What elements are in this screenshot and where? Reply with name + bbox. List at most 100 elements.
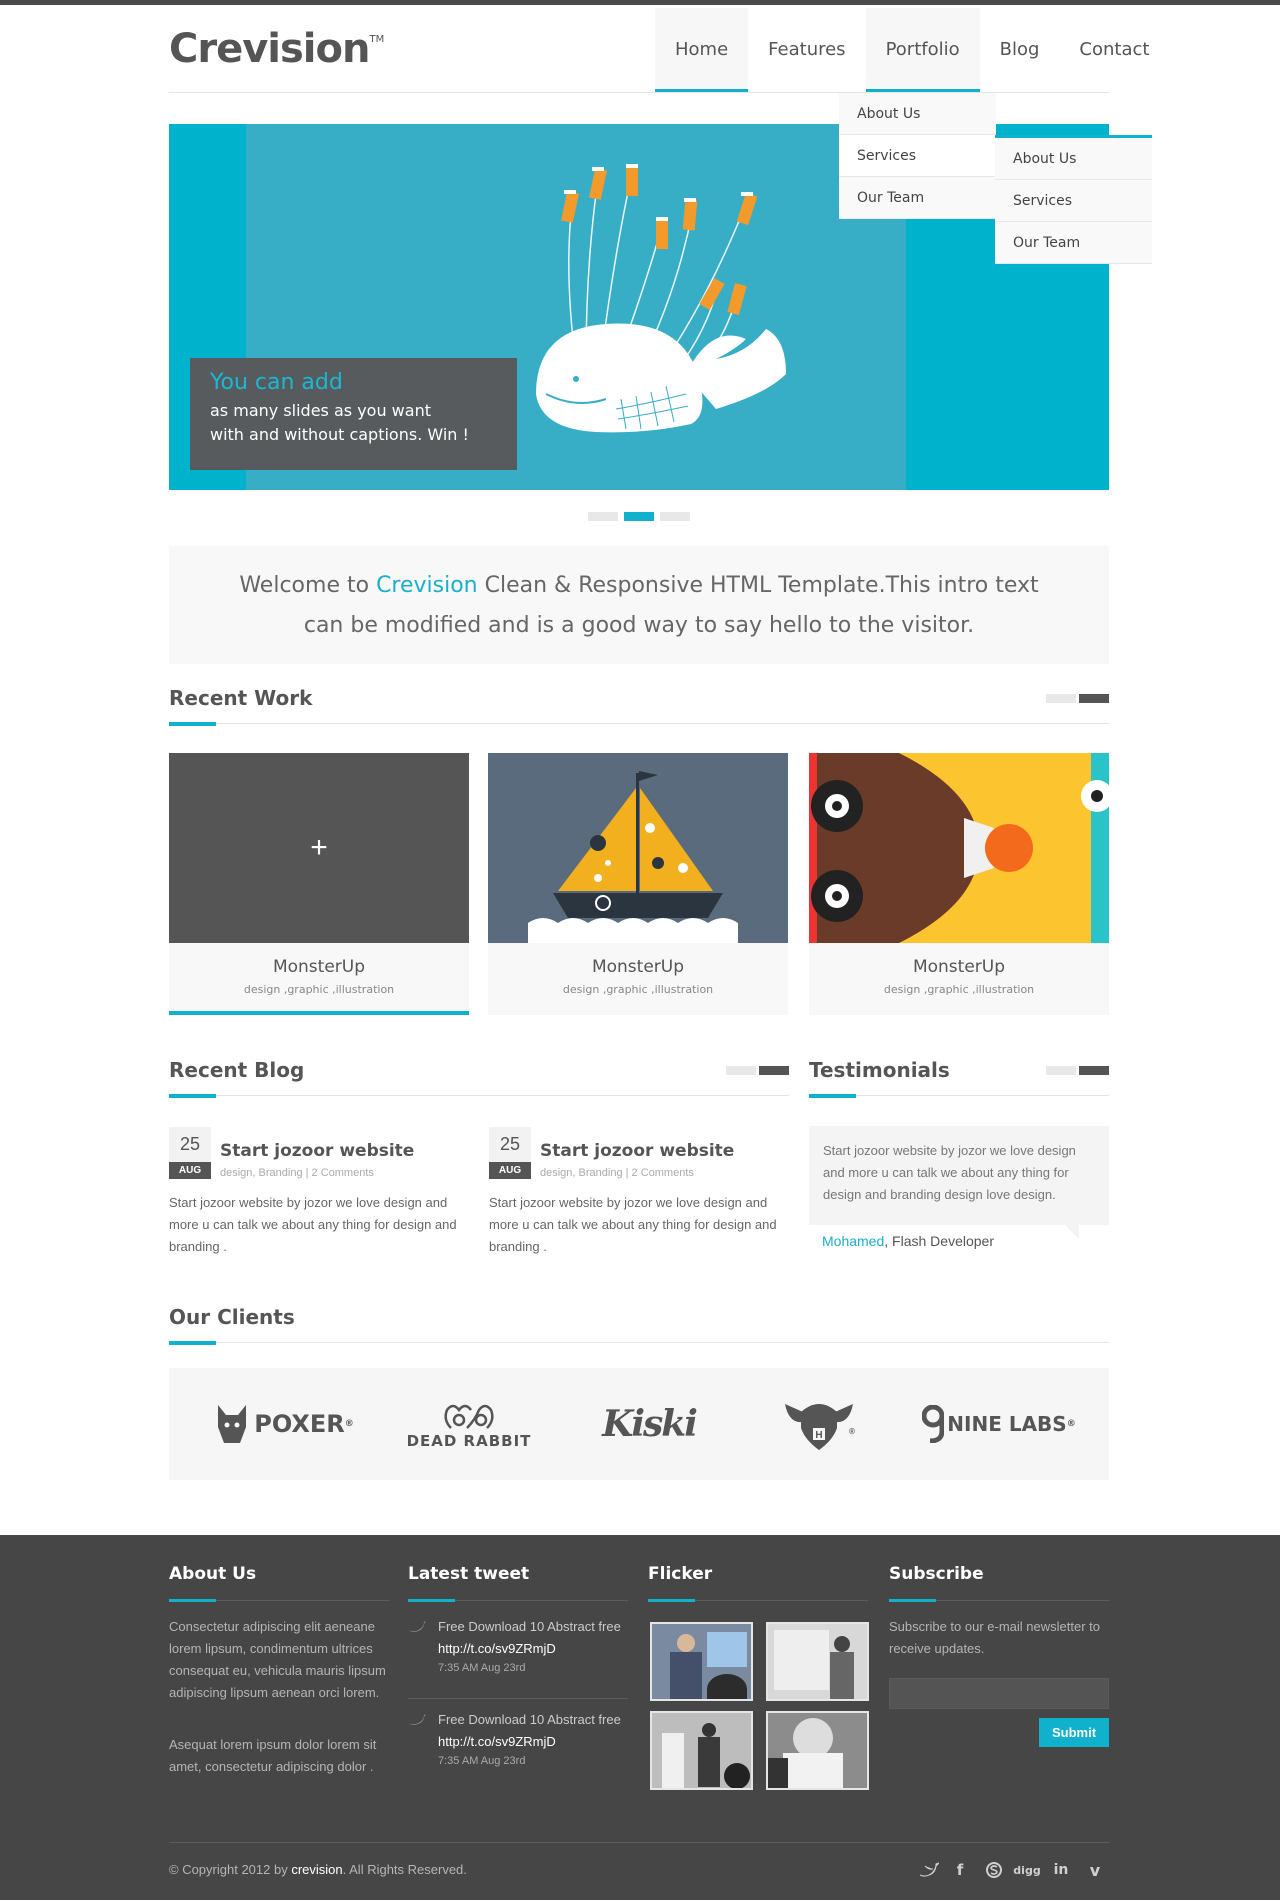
footer-flicker-title: Flicker — [648, 1564, 713, 1584]
sailboat-illustration — [488, 753, 788, 943]
pager-next[interactable] — [1079, 694, 1109, 703]
tweet-link[interactable]: http://t.co/sv9ZRmjD — [438, 1638, 556, 1660]
dropdown-about-us[interactable]: About Us — [839, 93, 996, 135]
linkedin-icon[interactable]: in — [1049, 1858, 1073, 1882]
monster-illustration — [809, 753, 1109, 943]
footer-about: About Us Consectetur adipiscing elit aen… — [169, 1564, 389, 1774]
trademark: TM — [369, 34, 385, 45]
work-title[interactable]: MonsterUp — [488, 957, 788, 977]
dropdown-services[interactable]: Services — [839, 135, 996, 177]
slider-dots — [588, 512, 690, 521]
work-item[interactable]: MonsterUp design ,graphic ,illustration — [488, 753, 788, 1015]
nav-blog[interactable]: Blog — [980, 8, 1060, 93]
nav-features[interactable]: Features — [748, 8, 865, 93]
post-meta: design, Branding | 2 Comments — [540, 1167, 694, 1179]
vimeo-icon[interactable]: v — [1083, 1858, 1107, 1882]
twitter-icon[interactable] — [917, 1858, 941, 1882]
plus-icon[interactable]: + — [169, 753, 469, 943]
slide-caption: You can add as many slides as you want w… — [190, 358, 517, 470]
post-meta: design, Branding | 2 Comments — [220, 1167, 374, 1179]
subscribe-submit-button[interactable]: Submit — [1039, 1718, 1109, 1747]
work-thumb[interactable] — [488, 753, 788, 943]
footer-tweets: Latest tweet Free Download 10 Abstract f… — [408, 1564, 628, 1767]
twitter-bird-icon — [409, 1714, 426, 1725]
intro-brand: Crevision — [376, 573, 478, 598]
subscribe-email-input[interactable] — [889, 1678, 1109, 1709]
submenu-about-us[interactable]: About Us — [995, 138, 1152, 180]
pager-prev[interactable] — [726, 1066, 756, 1075]
author-name[interactable]: Mohamed — [822, 1233, 884, 1249]
flicker-photo[interactable] — [766, 1622, 869, 1701]
footer-flicker: Flicker — [648, 1564, 868, 1602]
post-excerpt: Start jozoor website by jozor we love de… — [169, 1195, 457, 1254]
footer-about-title: About Us — [169, 1564, 257, 1584]
flicker-photo[interactable] — [766, 1711, 869, 1790]
slider-dot-3[interactable] — [660, 512, 690, 521]
work-categories: design ,graphic ,illustration — [562, 983, 714, 996]
nine-icon — [922, 1405, 945, 1443]
clients-title: Our Clients — [169, 1305, 295, 1329]
client-dead-rabbit-logo[interactable]: DEAD RABBIT — [394, 1368, 544, 1480]
svg-text:H: H — [815, 1430, 822, 1441]
caption-title: You can add — [210, 370, 343, 395]
facebook-icon[interactable]: f — [948, 1858, 972, 1882]
pager-next[interactable] — [759, 1066, 789, 1075]
client-poxer-logo[interactable]: POXER ® — [209, 1368, 359, 1480]
submenu-our-team[interactable]: Our Team — [995, 222, 1152, 264]
post-date: 25 AUG — [489, 1127, 531, 1179]
work-categories: design ,graphic ,illustration — [243, 983, 395, 996]
post-date: 25 AUG — [169, 1127, 211, 1179]
footer-subscribe: Subscribe Subscribe to our e-mail newsle… — [889, 1564, 1109, 1656]
nav-home[interactable]: Home — [655, 8, 749, 93]
recent-blog-title: Recent Blog — [169, 1058, 305, 1082]
footer-about-text-1: Consectetur adipiscing elit aeneane lore… — [169, 1619, 386, 1700]
pager-prev[interactable] — [1046, 1066, 1076, 1075]
clients-header: Our Clients — [169, 1305, 1109, 1345]
pager-prev[interactable] — [1046, 694, 1076, 703]
rabbit-icon — [444, 1404, 494, 1429]
post-title[interactable]: Start jozoor website — [540, 1141, 734, 1161]
subscribe-text: Subscribe to our e-mail newsletter to re… — [889, 1619, 1100, 1656]
slider-dot-1[interactable] — [588, 512, 618, 521]
work-title[interactable]: MonsterUp — [809, 957, 1109, 977]
nav-contact[interactable]: Contact — [1059, 8, 1169, 93]
testimonials-header: Testimonials — [809, 1058, 1109, 1098]
nav-portfolio[interactable]: Portfolio — [865, 8, 980, 93]
client-nine-labs-logo[interactable]: NINE LABS ® — [914, 1368, 1084, 1480]
footer-divider — [169, 1842, 1109, 1843]
submenu-services[interactable]: Services — [995, 180, 1152, 222]
digg-icon[interactable]: digg — [1013, 1858, 1040, 1882]
client-kiski-logo[interactable]: Kiski — [574, 1368, 724, 1480]
skype-icon[interactable] — [982, 1858, 1006, 1882]
site-logo[interactable]: CrevisionTM — [169, 26, 384, 72]
copyright: © Copyright 2012 by crevision. All Right… — [169, 1862, 467, 1877]
tweet-link[interactable]: http://t.co/sv9ZRmjD — [438, 1731, 556, 1753]
recent-work-header: Recent Work — [169, 686, 1109, 726]
twitter-bird-icon — [409, 1621, 426, 1632]
client-viking-logo[interactable]: H ® — [744, 1368, 894, 1480]
caption-line-2: with and without captions. Win ! — [210, 425, 469, 444]
flicker-photo[interactable] — [650, 1711, 753, 1790]
pager-next[interactable] — [1079, 1066, 1109, 1075]
slider-dot-2[interactable] — [624, 512, 654, 521]
footer-about-text-2: Asequat lorem ipsum dolor lorem sit amet… — [169, 1737, 377, 1774]
work-item[interactable]: + MonsterUp design ,graphic ,illustratio… — [169, 753, 469, 1015]
svg-text:®: ® — [849, 1427, 855, 1436]
intro-text: Welcome to Crevision Clean & Responsive … — [169, 546, 1109, 664]
post-title[interactable]: Start jozoor website — [220, 1141, 414, 1161]
work-item[interactable]: MonsterUp design ,graphic ,illustration — [809, 753, 1109, 1015]
recent-blog-pager — [726, 1066, 789, 1075]
recent-work-pager — [1046, 694, 1109, 703]
work-thumb[interactable] — [809, 753, 1109, 943]
top-bar — [0, 0, 1280, 5]
dropdown-our-team[interactable]: Our Team — [839, 177, 996, 219]
main-nav: Home Features Portfolio Blog Contact — [655, 8, 1169, 93]
portfolio-dropdown: About Us Services Our Team — [839, 93, 996, 219]
footer-subscribe-title: Subscribe — [889, 1564, 984, 1584]
flicker-photo[interactable] — [650, 1622, 753, 1701]
footer-tweet-title: Latest tweet — [408, 1564, 530, 1584]
work-thumb-hover[interactable]: + — [169, 753, 469, 943]
work-title[interactable]: MonsterUp — [169, 957, 469, 977]
copyright-brand-link[interactable]: crevision — [291, 1862, 342, 1877]
testimonials-pager — [1046, 1066, 1109, 1075]
